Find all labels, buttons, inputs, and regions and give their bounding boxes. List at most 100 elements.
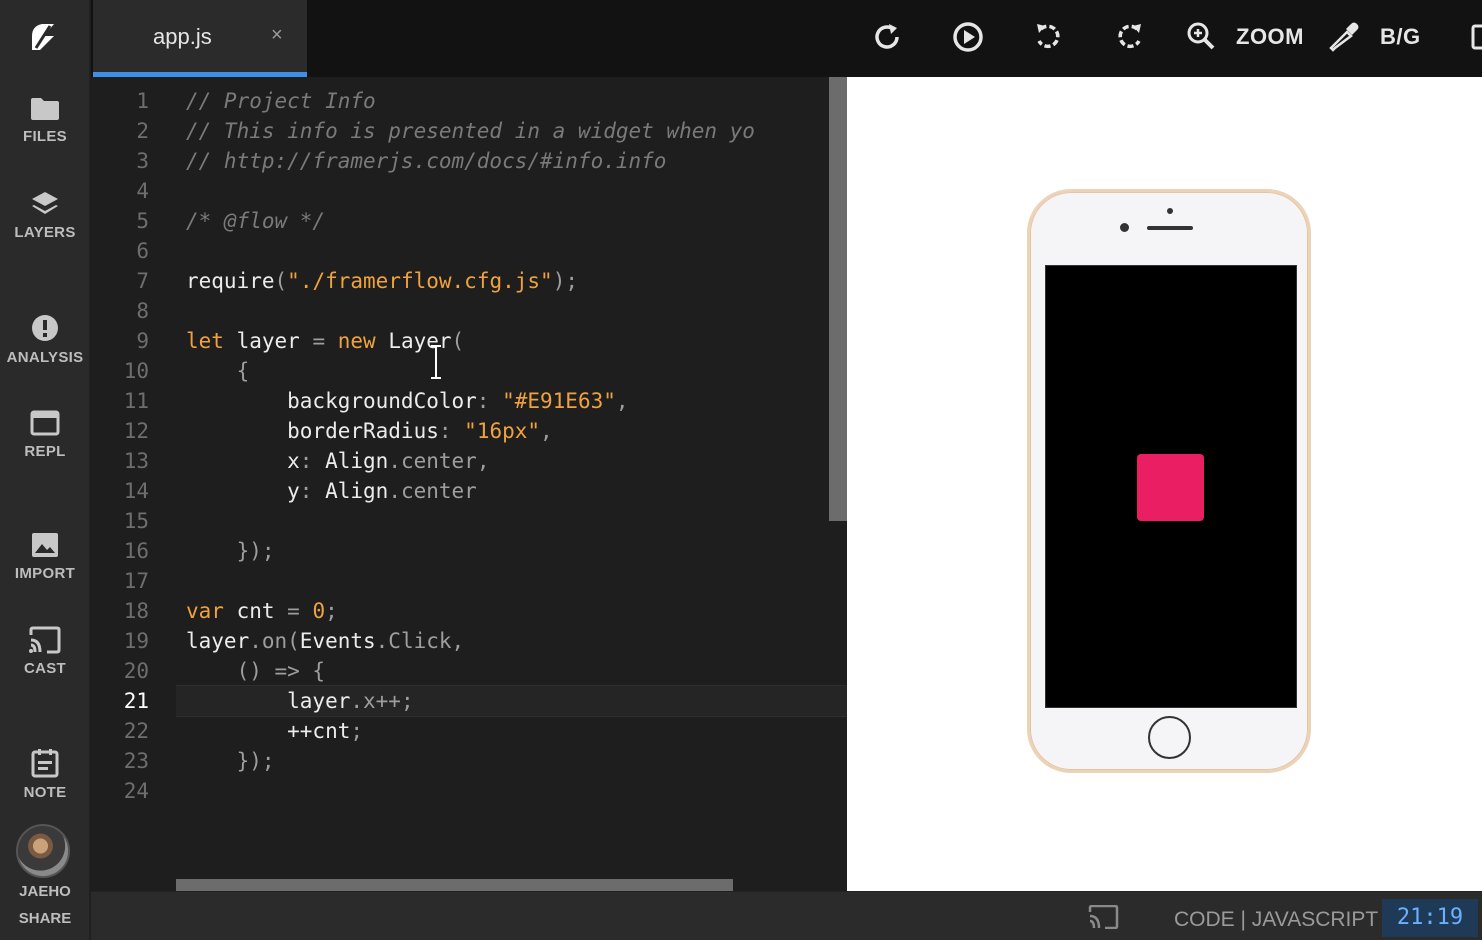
tab-app-js[interactable]: app.js ×	[93, 0, 307, 77]
code-line: {	[186, 359, 250, 383]
horizontal-scrollbar[interactable]	[176, 879, 733, 891]
sidebar-item-label: REPL	[24, 443, 66, 460]
code-line: () => {	[186, 659, 326, 683]
avatar[interactable]	[16, 824, 70, 878]
line-number: 12	[123, 419, 149, 443]
rotate-right-icon[interactable]	[1115, 20, 1145, 54]
code-line: // Project Info	[186, 89, 376, 113]
line-number: 3	[136, 149, 149, 173]
line-number: 23	[123, 749, 149, 773]
layers-icon	[32, 192, 58, 214]
sidebar-item-layers[interactable]: LAYERS	[0, 190, 90, 241]
code-line: require("./framerflow.cfg.js");	[186, 269, 578, 293]
code-line: layer.on(Events.Click,	[186, 629, 465, 653]
refresh-icon[interactable]	[873, 20, 903, 54]
sidebar-item-import[interactable]: IMPORT	[0, 531, 90, 582]
sidebar-item-label: NOTE	[23, 784, 67, 801]
window-icon	[30, 410, 60, 436]
line-number: 9	[136, 329, 149, 353]
sidebar-item-label: ANALYSIS	[6, 349, 84, 366]
line-number: 7	[136, 269, 149, 293]
sidebar-item-cast[interactable]: CAST	[0, 626, 90, 677]
folder-icon	[31, 98, 59, 120]
code-line: var cnt = 0;	[186, 599, 338, 623]
note-icon	[31, 749, 59, 778]
rotate-left-icon[interactable]	[1033, 20, 1063, 54]
sidebar-item-repl[interactable]: REPL	[0, 409, 90, 460]
code-content[interactable]: // Project Info // This info is presente…	[186, 77, 755, 773]
zoom-button[interactable]: ZOOM	[1236, 24, 1304, 50]
line-number: 24	[123, 779, 149, 803]
device-screen[interactable]	[1045, 265, 1297, 708]
sidebar-item-label: FILES	[22, 128, 67, 145]
line-number: 19	[123, 629, 149, 653]
zoom-in-icon[interactable]	[1185, 20, 1217, 54]
cast-icon	[29, 626, 61, 654]
code-line: });	[186, 749, 275, 773]
preview-panel	[847, 77, 1482, 891]
line-number: 21	[123, 689, 149, 713]
line-number: 17	[123, 569, 149, 593]
background-button[interactable]: B/G	[1380, 24, 1421, 50]
code-line: /* @flow */	[186, 209, 326, 233]
code-line: // This info is presented in a widget wh…	[186, 119, 755, 143]
sidebar-item-files[interactable]: FILES	[0, 96, 90, 145]
line-number: 8	[136, 299, 149, 323]
eyedropper-icon[interactable]	[1329, 20, 1361, 54]
user-name: JAEHO	[19, 883, 71, 900]
line-number: 16	[123, 539, 149, 563]
code-line: x: Align.center,	[186, 449, 490, 473]
sidebar-item-analysis[interactable]: ANALYSIS	[0, 313, 90, 366]
cast-icon[interactable]	[1087, 905, 1119, 929]
device-frame	[1027, 189, 1311, 773]
image-icon	[32, 533, 58, 557]
alert-circle-icon	[32, 315, 58, 341]
sidebar: FILES LAYERS ANALYSIS REPL IMPORT CAST N…	[0, 0, 90, 940]
home-button[interactable]	[1148, 716, 1191, 759]
code-editor[interactable]: 1 2 3 4 5 6 7 8 9 10 11 12 13 14 15 16 17 18 19 20 21 22 23 24 …	[91, 77, 847, 891]
status-bar: CODE | JAVASCRIPT 21:19	[91, 891, 1482, 940]
code-line: layer.x++;	[186, 689, 414, 713]
line-number: 18	[123, 599, 149, 623]
line-number: 20	[123, 659, 149, 683]
text-cursor-icon	[431, 345, 441, 379]
framer-logo-icon[interactable]	[26, 20, 60, 54]
editor-tab-bar: app.js ×	[91, 0, 847, 77]
sidebar-item-label: IMPORT	[14, 565, 76, 582]
cursor-position[interactable]: 21:19	[1382, 899, 1478, 937]
line-number: 4	[136, 179, 149, 203]
share-button[interactable]: SHARE	[0, 910, 90, 927]
vertical-scrollbar[interactable]	[829, 77, 847, 521]
code-line: borderRadius: "16px",	[186, 419, 553, 443]
code-line: ++cnt;	[186, 719, 364, 743]
sidebar-item-label: LAYERS	[14, 224, 76, 241]
line-number: 2	[136, 119, 149, 143]
line-number: 10	[123, 359, 149, 383]
sidebar-item-note[interactable]: NOTE	[0, 748, 90, 801]
tab-title: app.js	[153, 24, 212, 49]
close-icon[interactable]: ×	[271, 24, 283, 47]
line-number: 22	[123, 719, 149, 743]
line-number: 6	[136, 239, 149, 263]
code-line: y: Align.center	[186, 479, 477, 503]
code-line: backgroundColor: "#E91E63",	[186, 389, 629, 413]
language-mode[interactable]: CODE | JAVASCRIPT	[1174, 908, 1378, 932]
preview-toolbar: ZOOM B/G	[847, 0, 1482, 77]
play-circle-icon[interactable]	[951, 20, 985, 54]
code-line: });	[186, 539, 275, 563]
line-number: 14	[123, 479, 149, 503]
speaker-grille	[1147, 226, 1193, 230]
front-camera	[1120, 223, 1129, 232]
line-number: 13	[123, 449, 149, 473]
device-icon[interactable]	[1471, 20, 1482, 54]
sidebar-item-label: CAST	[23, 660, 67, 677]
line-number: 1	[136, 89, 149, 113]
line-number-gutter: 1 2 3 4 5 6 7 8 9 10 11 12 13 14 15 16 17 18 19 20 21 22 23 24	[91, 77, 163, 891]
line-number: 15	[123, 509, 149, 533]
sensor-dot	[1167, 208, 1173, 214]
code-line: let layer = new Layer(	[186, 329, 465, 353]
line-number: 11	[123, 389, 149, 413]
layer-square[interactable]	[1137, 454, 1204, 521]
line-number: 5	[136, 209, 149, 233]
code-line: // http://framerjs.com/docs/#info.info	[186, 149, 667, 173]
